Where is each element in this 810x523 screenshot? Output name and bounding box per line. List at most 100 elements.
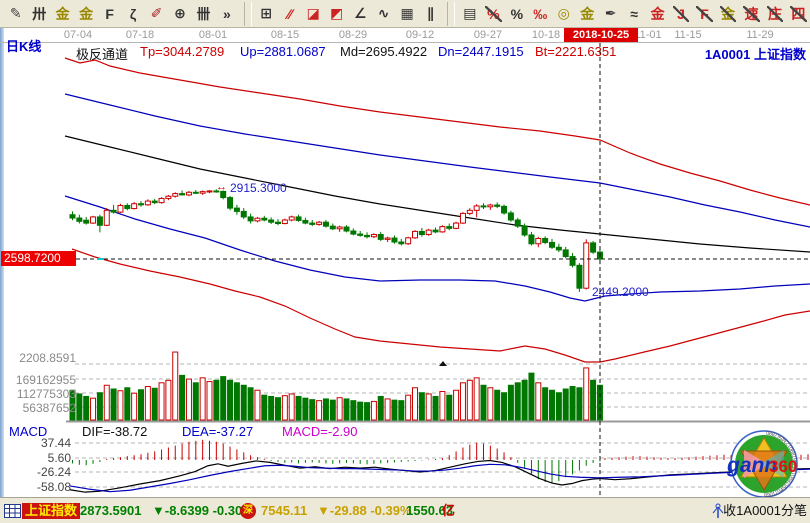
- volume-bar: [303, 398, 308, 420]
- candle-body: [228, 198, 233, 209]
- volume-bar: [234, 383, 239, 420]
- volume-bar: [570, 387, 575, 420]
- volume-bar: [248, 388, 253, 420]
- volume-bar: [358, 402, 363, 420]
- quote-table-icon[interactable]: [4, 504, 21, 518]
- j-angle-icon[interactable]: J: [670, 3, 692, 25]
- su-angle-icon[interactable]: 速: [740, 3, 762, 25]
- shenzhen-badge[interactable]: 深: [240, 503, 256, 519]
- candle-body: [132, 204, 137, 209]
- candle-body: [481, 206, 486, 207]
- candle-body: [159, 198, 164, 202]
- candle-body: [419, 231, 424, 234]
- volume-bar: [502, 393, 507, 420]
- percent-fan-icon[interactable]: %: [482, 3, 504, 25]
- stock-app-window: ✎卅金金Fζ✐⊕卌»⊞∕∕◪◩∠∿▦∥▤%%‰◎金✒≈金JF金速庄四 07-04…: [0, 0, 810, 523]
- si-angle-icon[interactable]: 四: [787, 3, 809, 25]
- candle-body: [337, 227, 342, 229]
- candle-body: [111, 210, 116, 212]
- gold-underline-icon[interactable]: 金: [646, 3, 668, 25]
- volume-bar: [323, 399, 328, 420]
- volume-bar: [330, 400, 335, 420]
- candle-body: [495, 205, 500, 206]
- gann-box-icon[interactable]: ◪: [302, 3, 324, 25]
- volume-bar: [262, 395, 267, 420]
- volume-bar: [563, 389, 568, 420]
- zhuang-angle-icon[interactable]: 庄: [764, 3, 786, 25]
- volume-bar: [522, 380, 527, 420]
- volume-bar: [365, 403, 370, 420]
- pencil-icon[interactable]: ✎: [5, 3, 27, 25]
- volume-bar: [118, 391, 123, 420]
- spiral-icon[interactable]: ζ: [122, 3, 144, 25]
- volume-bar: [296, 396, 301, 420]
- trend-angle-icon[interactable]: ∠: [349, 3, 371, 25]
- wave-lines-icon[interactable]: ≈: [623, 3, 645, 25]
- parallel-lines-icon[interactable]: ∥: [419, 3, 441, 25]
- status-bar: 上证指数 2873.5901 ▼-8.6399 -0.30% 深 7545.11…: [0, 497, 810, 523]
- volume-bar: [543, 388, 548, 420]
- grid-icon[interactable]: ▦: [396, 3, 418, 25]
- cycle-compass-icon[interactable]: ⊕: [169, 3, 191, 25]
- percent-icon[interactable]: %: [506, 3, 528, 25]
- gold-circle-icon[interactable]: ◎: [553, 3, 575, 25]
- volume-axis-label-2: 112775303: [4, 387, 76, 401]
- index-name-badge[interactable]: 上证指数: [22, 503, 80, 519]
- zigzag-icon[interactable]: ∿: [372, 3, 394, 25]
- volume-bar: [91, 398, 96, 420]
- volume-bar: [282, 396, 287, 420]
- gold-lines-icon[interactable]: 金: [576, 3, 598, 25]
- view-switch-label[interactable]: 收1A0001分笔: [723, 498, 807, 523]
- candle-body: [550, 242, 555, 247]
- volume-bars-icon[interactable]: ▤: [459, 3, 481, 25]
- candle-body: [426, 230, 431, 234]
- fan-lines-icon[interactable]: ∕∕: [279, 3, 301, 25]
- f-angle-icon[interactable]: F: [693, 3, 715, 25]
- more-tools-icon[interactable]: »: [216, 3, 238, 25]
- candle-body: [385, 238, 390, 239]
- pen-note-icon[interactable]: ✒: [599, 3, 621, 25]
- volume-bar: [159, 383, 164, 420]
- dea-line: [70, 464, 810, 491]
- candle-body: [269, 220, 274, 222]
- volume-bar: [310, 400, 315, 420]
- volume-bar: [515, 383, 520, 420]
- candle-body: [145, 201, 150, 205]
- gann-grid-icon[interactable]: ◩: [325, 3, 347, 25]
- volume-bar: [337, 398, 342, 420]
- candle-body: [365, 235, 370, 236]
- fib-lines-icon[interactable]: F: [98, 3, 120, 25]
- candle-body: [282, 220, 287, 224]
- candle-body: [262, 218, 267, 220]
- volume-bar: [399, 401, 404, 420]
- candle-body: [241, 211, 246, 217]
- volume-bar: [269, 396, 274, 420]
- volume-bar: [97, 393, 102, 420]
- volume-bar: [214, 380, 219, 420]
- channel-line-up: [65, 94, 810, 227]
- toolbar-separator: [447, 2, 455, 26]
- volume-bar: [200, 378, 205, 420]
- candle-body: [556, 247, 561, 250]
- gold-ratio2-icon[interactable]: 金: [75, 3, 97, 25]
- hatch-lines-icon[interactable]: 卅: [28, 3, 50, 25]
- gold-ratio-icon[interactable]: 金: [51, 3, 73, 25]
- volume-bar: [447, 395, 452, 420]
- hatch2-icon[interactable]: 卌: [192, 3, 214, 25]
- candle-body: [399, 242, 404, 244]
- volume-bar: [139, 390, 144, 420]
- volume-bar: [392, 400, 397, 420]
- shen-change: ▼-29.88 -0.39%: [317, 498, 412, 523]
- volume-bar: [111, 389, 116, 420]
- gold-angle-icon[interactable]: 金: [717, 3, 739, 25]
- permille-lines-icon[interactable]: ‰: [529, 3, 551, 25]
- volume-bar: [495, 390, 500, 420]
- volume-bar: [385, 399, 390, 420]
- candle-body: [255, 218, 260, 221]
- candle-body: [563, 250, 568, 257]
- volume-baseline: [66, 421, 810, 423]
- box-range-icon[interactable]: ⊞: [255, 3, 277, 25]
- volume-bar: [255, 390, 260, 420]
- candle-body: [125, 205, 130, 208]
- brush-icon[interactable]: ✐: [145, 3, 167, 25]
